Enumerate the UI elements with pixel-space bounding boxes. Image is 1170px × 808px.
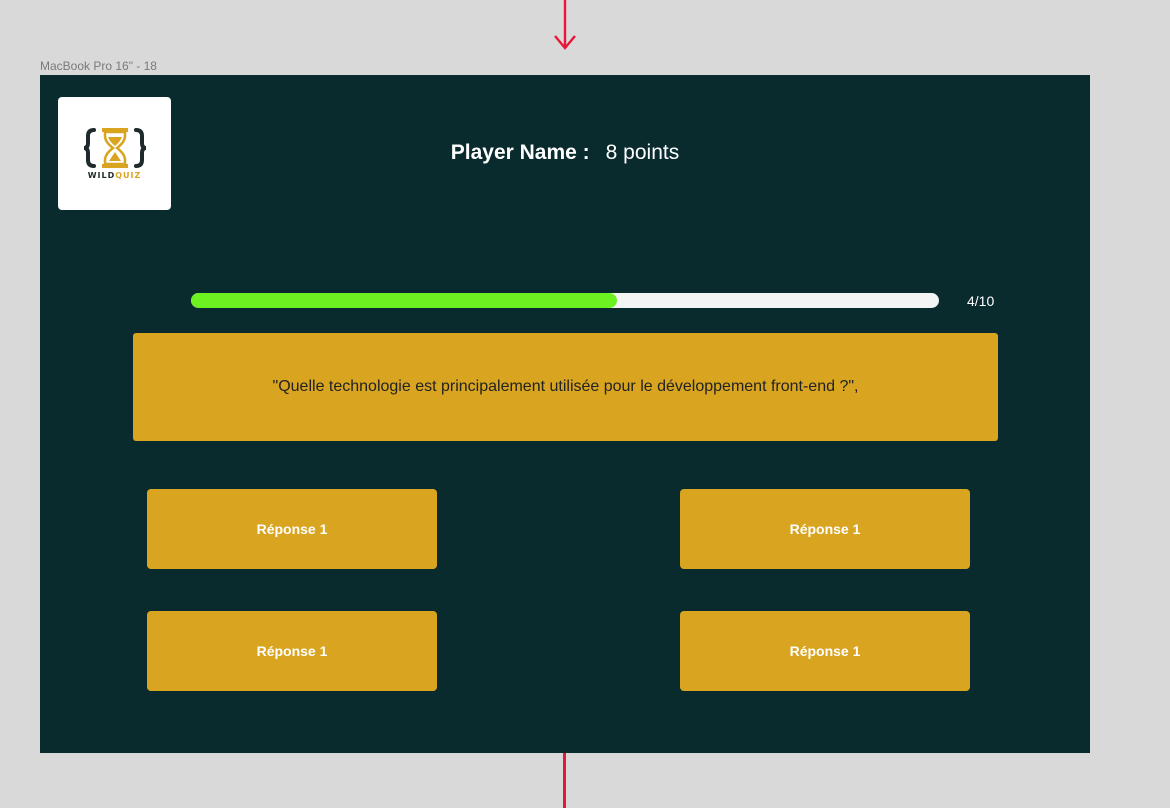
answer-button-1[interactable]: Réponse 1: [147, 489, 437, 569]
connector-line: [563, 752, 566, 808]
question-box: "Quelle technologie est principalement u…: [133, 333, 998, 441]
connector-arrow-icon: [554, 0, 576, 50]
progress-label: 4/10: [967, 293, 995, 309]
answer-button-2[interactable]: Réponse 1: [680, 489, 970, 569]
question-text: "Quelle technologie est principalement u…: [272, 378, 859, 395]
answer-button-3[interactable]: Réponse 1: [147, 611, 437, 691]
score-points: 8 points: [605, 141, 680, 164]
score-header: Player Name : 8 points: [40, 141, 1090, 165]
answer-button-4[interactable]: Réponse 1: [680, 611, 970, 691]
quiz-screen: WILDQUIZ Player Name : 8 points 4/10 "Que…: [40, 75, 1090, 753]
progress-fill: [191, 293, 618, 308]
player-name-label: Player Name :: [450, 141, 590, 164]
logo-text: WILDQUIZ: [87, 171, 142, 180]
frame-label: MacBook Pro 16" - 18: [40, 59, 157, 73]
progress-bar: [191, 293, 939, 308]
